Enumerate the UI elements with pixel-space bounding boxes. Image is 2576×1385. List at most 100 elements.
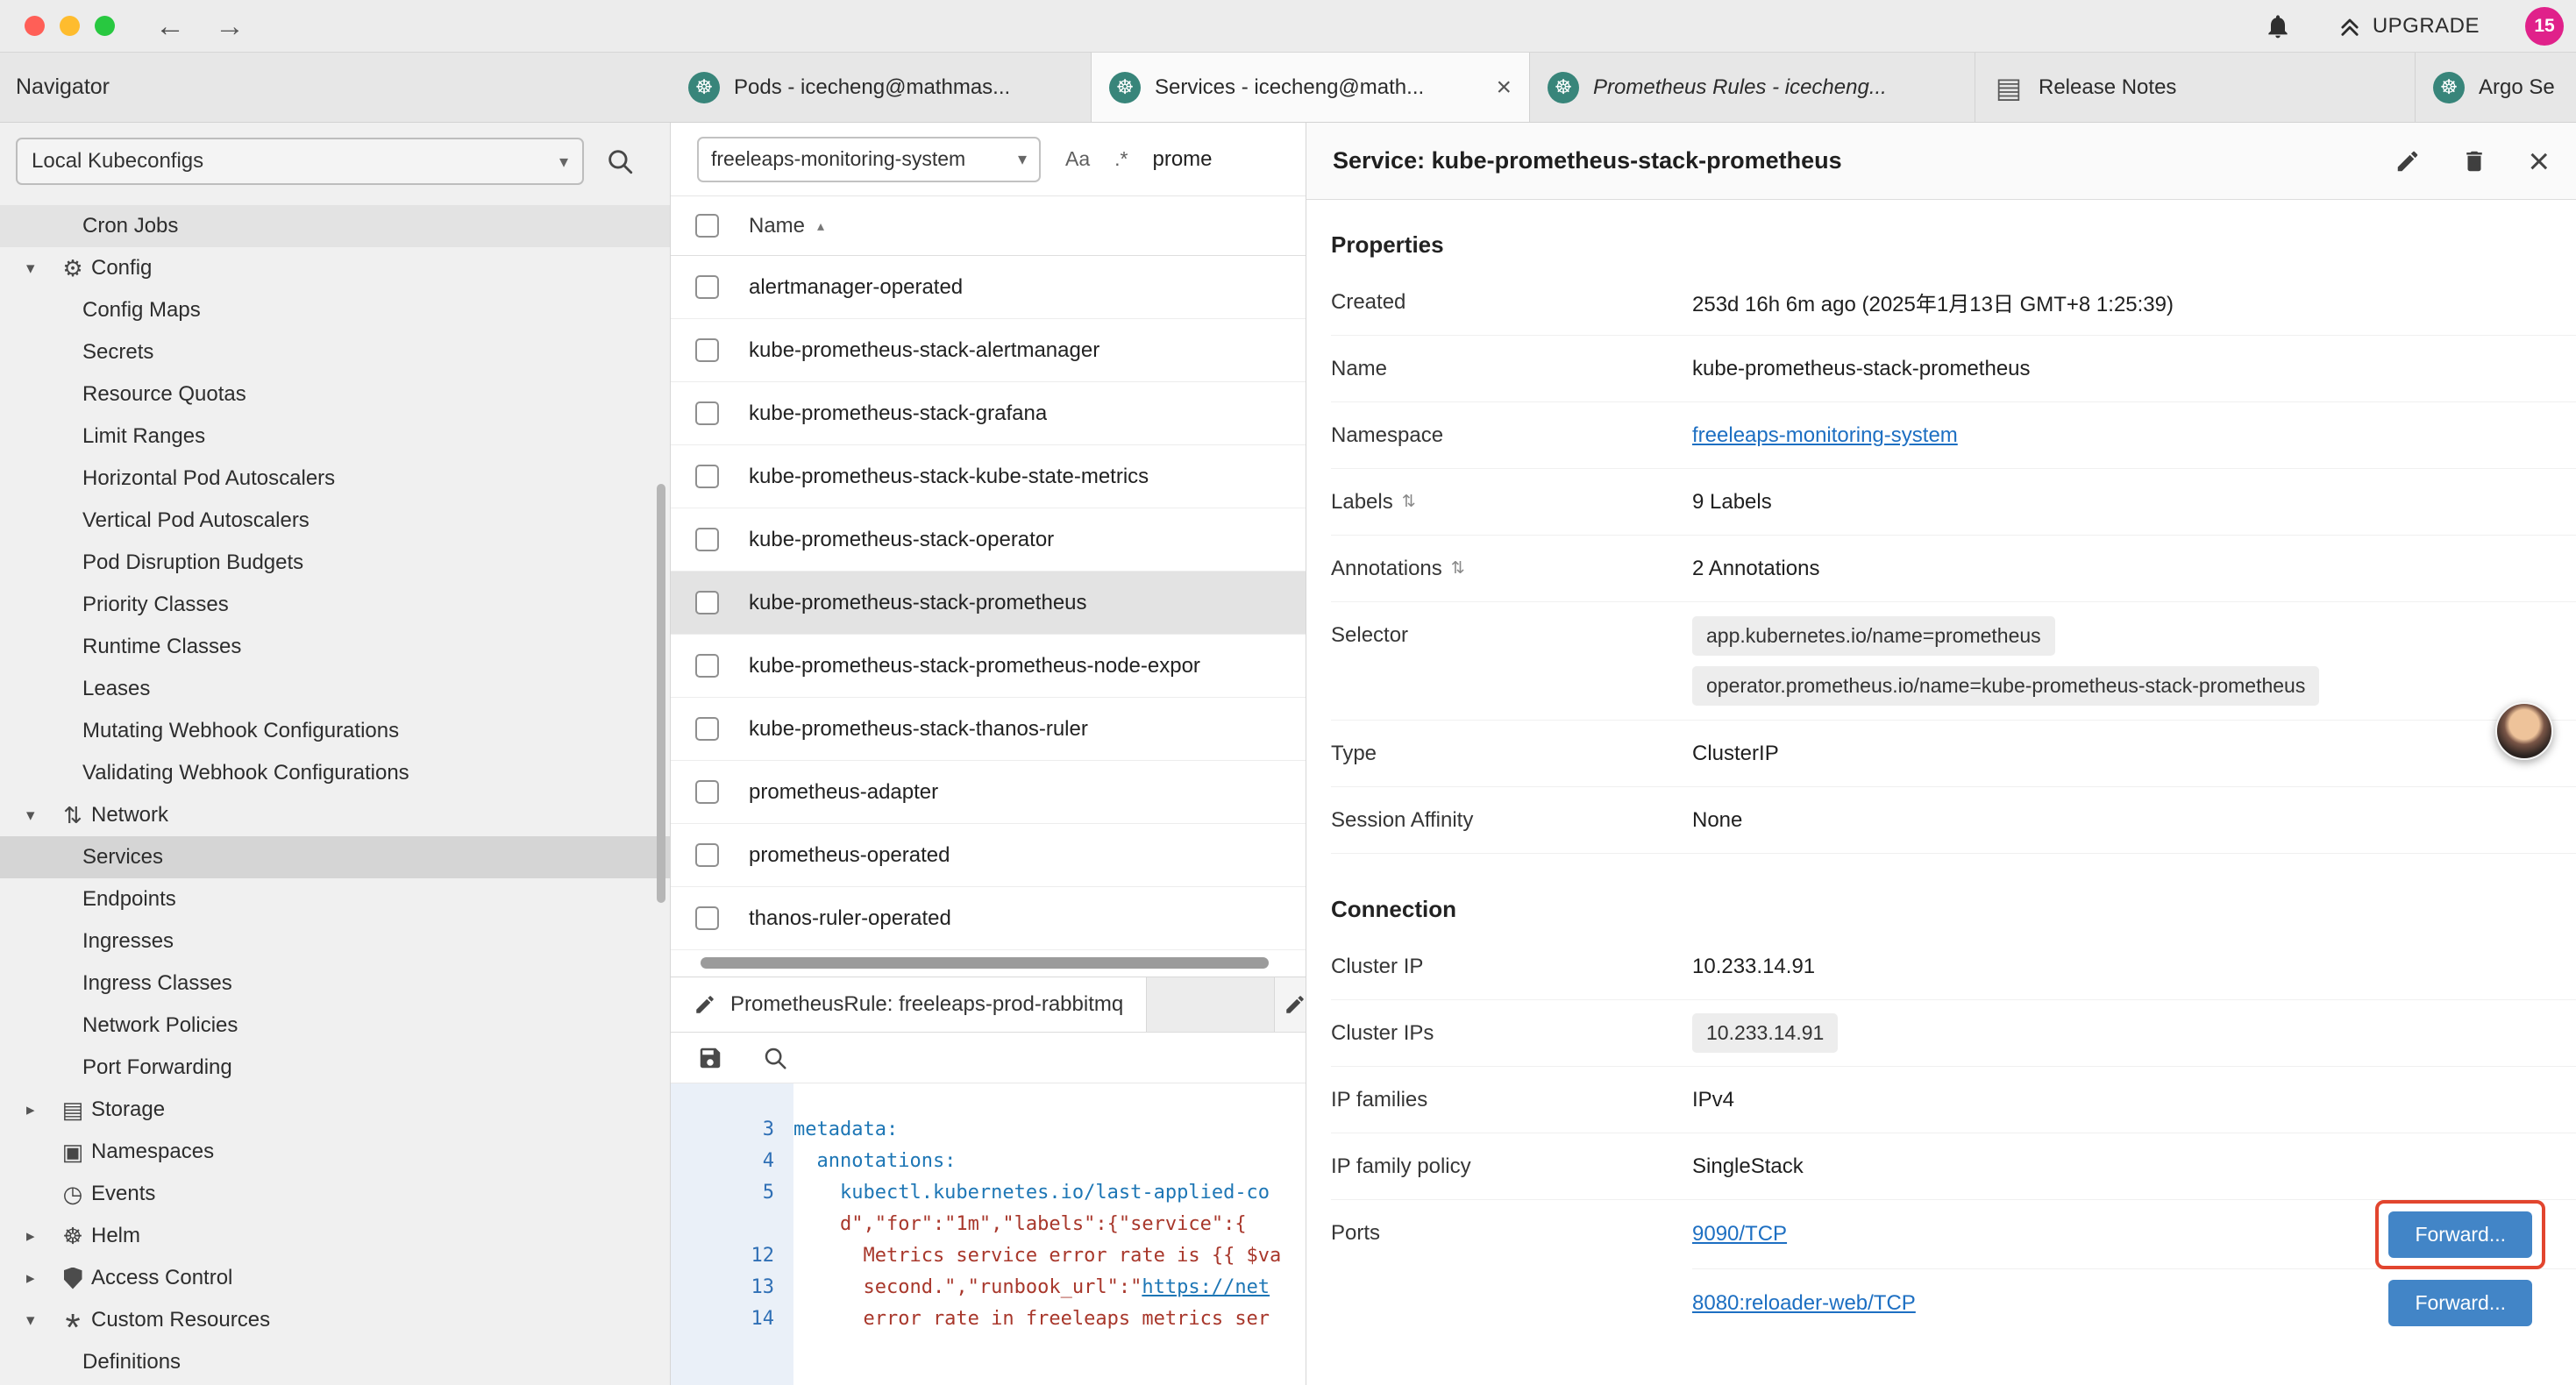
edit-icon[interactable] (2395, 148, 2421, 174)
table-row[interactable]: kube-prometheus-stack-operator (671, 508, 1306, 572)
expand-chevron-icon[interactable]: ▸ (26, 1226, 54, 1246)
sidebar-item[interactable]: Pod Disruption Budgets (0, 542, 670, 584)
sidebar-item[interactable]: Runtime Classes (0, 626, 670, 668)
sidebar-item[interactable]: ▸ ▤ Storage (0, 1089, 670, 1131)
forward-button[interactable]: Forward... (2388, 1211, 2532, 1258)
sidebar-item[interactable]: ◷ Events (0, 1173, 670, 1215)
namespace-selector[interactable]: freeleaps-monitoring-system ▾ (697, 137, 1041, 182)
sidebar-item[interactable]: ▣ Namespaces (0, 1131, 670, 1173)
row-checkbox[interactable] (695, 654, 719, 678)
row-checkbox[interactable] (695, 465, 719, 488)
row-checkbox[interactable] (695, 338, 719, 362)
kubeconfig-selector[interactable]: Local Kubeconfigs ▾ (16, 138, 584, 185)
expand-chevron-icon[interactable]: ▾ (26, 1310, 54, 1331)
sidebar-item[interactable]: ▾ ⇅ Network (0, 794, 670, 836)
namespace-link[interactable]: freeleaps-monitoring-system (1692, 423, 1958, 447)
sidebar-item[interactable]: Mutating Webhook Configurations (0, 710, 670, 752)
name-column-header[interactable]: Name (749, 214, 805, 238)
table-row[interactable]: prometheus-operated (671, 824, 1306, 887)
sidebar-item[interactable]: Validating Webhook Configurations (0, 752, 670, 794)
sidebar-item[interactable]: ▾ * Custom Resources (0, 1299, 670, 1341)
notification-count-badge[interactable]: 15 (2525, 7, 2564, 46)
sidebar-item[interactable]: Priority Classes (0, 584, 670, 626)
table-row[interactable]: kube-prometheus-stack-prometheus (671, 572, 1306, 635)
sidebar-item[interactable]: Resource Quotas (0, 373, 670, 416)
sidebar-item[interactable]: Port Forwarding (0, 1047, 670, 1089)
row-checkbox[interactable] (695, 843, 719, 867)
maximize-window-button[interactable] (95, 16, 115, 36)
unfold-more-icon[interactable]: ⇅ (1451, 558, 1465, 579)
table-row[interactable]: kube-prometheus-stack-prometheus-node-ex… (671, 635, 1306, 698)
unfold-more-icon[interactable]: ⇅ (1402, 492, 1416, 512)
expand-chevron-icon[interactable]: ▸ (26, 1100, 54, 1120)
sidebar-item[interactable]: Secrets (0, 331, 670, 373)
close-window-button[interactable] (25, 16, 45, 36)
sidebar-item[interactable]: ▸ ☸ Helm (0, 1215, 670, 1257)
table-row[interactable]: alertmanager-operated (671, 256, 1306, 319)
sidebar-item[interactable]: Leases (0, 668, 670, 710)
dock-tab-partial[interactable] (1274, 977, 1306, 1032)
history-forward-button[interactable]: → (215, 11, 245, 41)
dock-tab-active[interactable]: PrometheusRule: freeleaps-prod-rabbitmq (671, 977, 1147, 1032)
horizontal-scrollbar[interactable] (671, 950, 1306, 977)
workspace-tab[interactable]: ☸ Services - icecheng@math... × (1092, 53, 1530, 122)
editor-search-icon[interactable] (762, 1045, 788, 1071)
search-query-input[interactable]: prome (1152, 147, 1212, 172)
port-link[interactable]: 9090/TCP (1692, 1222, 1787, 1246)
table-row[interactable]: kube-prometheus-stack-thanos-ruler (671, 698, 1306, 761)
expand-chevron-icon[interactable]: ▾ (26, 806, 54, 826)
sidebar-scrollbar[interactable] (657, 484, 665, 903)
yaml-editor[interactable]: 3 metadata: 4 annotations: 5 kubectl.kub… (671, 1083, 1306, 1385)
match-case-toggle[interactable]: Aa (1065, 147, 1090, 171)
minimize-window-button[interactable] (60, 16, 80, 36)
user-avatar[interactable] (2495, 702, 2553, 760)
workspace-tab[interactable]: ☸ Argo Se (2416, 53, 2576, 122)
table-row[interactable]: prometheus-adapter (671, 761, 1306, 824)
table-row[interactable]: kube-prometheus-stack-grafana (671, 382, 1306, 445)
expand-chevron-icon[interactable]: ▾ (26, 259, 54, 279)
sidebar-item[interactable]: Config Maps (0, 289, 670, 331)
sidebar-item[interactable]: Endpoints (0, 878, 670, 920)
row-checkbox[interactable] (695, 528, 719, 551)
sort-ascending-icon[interactable]: ▴ (817, 217, 824, 235)
regex-toggle[interactable]: .* (1114, 147, 1128, 171)
row-checkbox[interactable] (695, 275, 719, 299)
select-all-checkbox[interactable] (695, 214, 719, 238)
close-drawer-icon[interactable]: × (2528, 143, 2550, 180)
sidebar-item[interactable]: Services (0, 836, 670, 878)
table-row[interactable]: thanos-ruler-operated (671, 887, 1306, 950)
sidebar-item[interactable]: Ingresses (0, 920, 670, 962)
expand-chevron-icon[interactable]: ▸ (26, 1268, 54, 1289)
port-link[interactable]: 8080:reloader-web/TCP (1692, 1291, 1916, 1316)
save-icon[interactable] (697, 1045, 723, 1071)
table-row[interactable]: kube-prometheus-stack-alertmanager (671, 319, 1306, 382)
row-checkbox[interactable] (695, 591, 719, 614)
row-checkbox[interactable] (695, 401, 719, 425)
workspace-tab[interactable]: ▤ Release Notes (1975, 53, 2416, 122)
sidebar-item[interactable]: Limit Ranges (0, 416, 670, 458)
workspace-tab[interactable]: ☸ Pods - icecheng@mathmas... (671, 53, 1092, 122)
sidebar-item[interactable]: Cron Jobs (0, 205, 670, 247)
property-value[interactable]: 2 Annotations (1692, 557, 2550, 581)
workspace-tab[interactable]: ☸ Prometheus Rules - icecheng... (1530, 53, 1975, 122)
row-checkbox[interactable] (695, 717, 719, 741)
forward-button[interactable]: Forward... (2388, 1280, 2532, 1326)
notifications-button[interactable] (2264, 12, 2292, 40)
table-row[interactable]: kube-prometheus-stack-kube-state-metrics (671, 445, 1306, 508)
sidebar-item[interactable]: Network Policies (0, 1005, 670, 1047)
upgrade-button[interactable]: UPGRADE (2338, 14, 2480, 39)
sidebar-item[interactable]: ▸ Access Control (0, 1257, 670, 1299)
row-checkbox[interactable] (695, 906, 719, 930)
sidebar-search-icon[interactable] (605, 146, 635, 176)
sidebar-item[interactable]: Horizontal Pod Autoscalers (0, 458, 670, 500)
history-back-button[interactable]: ← (155, 11, 185, 41)
horizontal-scrollbar-thumb[interactable] (701, 957, 1269, 969)
delete-icon[interactable] (2461, 148, 2487, 174)
property-value[interactable]: 9 Labels (1692, 490, 2550, 515)
row-checkbox[interactable] (695, 780, 719, 804)
close-tab-icon[interactable]: × (1496, 73, 1512, 103)
sidebar-item[interactable]: Ingress Classes (0, 962, 670, 1005)
sidebar-item[interactable]: Vertical Pod Autoscalers (0, 500, 670, 542)
sidebar-item[interactable]: Definitions (0, 1341, 670, 1383)
sidebar-item[interactable]: ▾ ⚙ Config (0, 247, 670, 289)
